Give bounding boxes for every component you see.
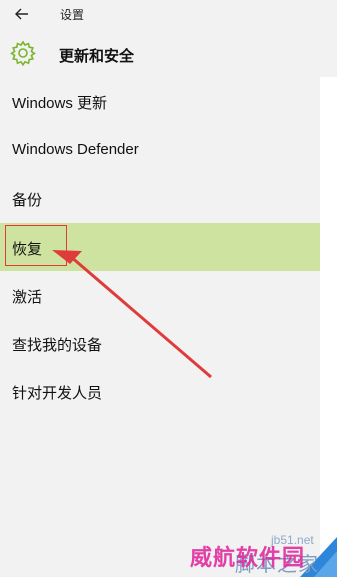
nav-item-label: 针对开发人员 (12, 385, 103, 402)
nav-item-find-my-device[interactable]: 查找我的设备 (0, 319, 320, 367)
nav-item-label: 备份 (12, 192, 43, 209)
nav-item-label: 查找我的设备 (12, 337, 103, 354)
nav-item-for-developers[interactable]: 针对开发人员 (0, 367, 320, 415)
content-pane (320, 77, 337, 577)
nav-item-backup[interactable]: 备份 (0, 174, 320, 222)
title-bar: 设置 (0, 0, 337, 29)
arrow-left-icon (15, 8, 28, 20)
nav-item-label: 激活 (12, 289, 43, 306)
back-button[interactable] (8, 2, 36, 26)
nav-item-label: Windows 更新 (12, 95, 108, 112)
section-header: 更新和安全 (0, 29, 337, 77)
highlight-box (5, 225, 67, 266)
gear-icon (10, 40, 36, 66)
app-title: 设置 (60, 8, 85, 22)
nav-item-label: Windows Defender (12, 141, 139, 158)
nav-item-activation[interactable]: 激活 (0, 271, 320, 319)
settings-nav: Windows 更新 Windows Defender 备份 恢复 激活 查找我… (0, 77, 321, 577)
nav-item-windows-update[interactable]: Windows 更新 (0, 77, 320, 125)
nav-item-windows-defender[interactable]: Windows Defender (0, 126, 320, 174)
section-title: 更新和安全 (59, 48, 135, 65)
watermark-brand: 威航软件园 (190, 546, 306, 571)
